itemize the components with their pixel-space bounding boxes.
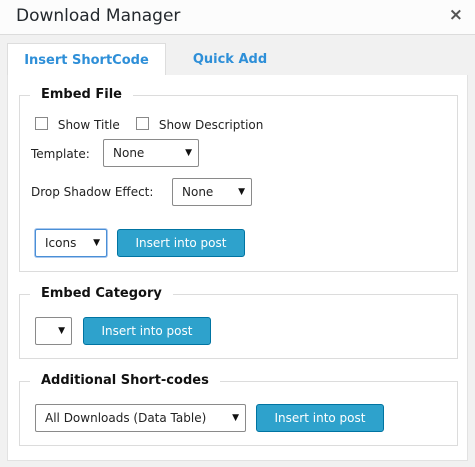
embed-category-section: Embed Category ▼ Insert into post <box>19 286 458 359</box>
chevron-down-icon: ▼ <box>58 326 65 336</box>
tab-bar: Insert ShortCode Quick Add <box>7 43 467 76</box>
category-select[interactable]: ▼ <box>35 317 72 345</box>
additional-shortcodes-legend: Additional Short-codes <box>30 373 220 388</box>
show-description-option[interactable]: Show Description <box>136 117 263 132</box>
additional-insert-button[interactable]: Insert into post <box>256 404 384 432</box>
embed-category-insert-button[interactable]: Insert into post <box>83 317 211 345</box>
shadow-select[interactable]: None ▼ <box>172 178 252 206</box>
embed-category-legend: Embed Category <box>30 286 173 301</box>
embed-file-section: Embed File Show Title Show Description T… <box>19 87 458 272</box>
tab-insert-shortcode[interactable]: Insert ShortCode <box>7 43 166 76</box>
chevron-down-icon: ▼ <box>238 187 245 197</box>
show-description-label: Show Description <box>158 118 264 132</box>
shadow-select-value: None <box>182 185 214 199</box>
show-description-checkbox[interactable] <box>136 117 149 130</box>
show-title-checkbox[interactable] <box>35 117 48 130</box>
embed-file-insert-button[interactable]: Insert into post <box>117 229 245 257</box>
dialog-title: Download Manager <box>16 6 181 26</box>
style-select-value: Icons <box>45 236 77 250</box>
additional-shortcodes-section: Additional Short-codes All Downloads (Da… <box>19 373 458 446</box>
shortcode-select-value: All Downloads (Data Table) <box>45 411 207 425</box>
show-title-label: Show Title <box>57 118 120 132</box>
chevron-down-icon: ▼ <box>232 413 239 423</box>
close-icon[interactable]: × <box>449 5 463 25</box>
show-title-option[interactable]: Show Title <box>35 117 120 132</box>
dialog-titlebar: Download Manager × <box>0 0 475 35</box>
tab-quick-add[interactable]: Quick Add <box>185 43 275 75</box>
template-select-value: None <box>113 146 145 160</box>
embed-file-legend: Embed File <box>30 87 133 102</box>
style-select[interactable]: Icons ▼ <box>35 229 107 257</box>
shadow-label: Drop Shadow Effect: <box>31 185 154 199</box>
template-select[interactable]: None ▼ <box>103 139 199 167</box>
tab-panel: Embed File Show Title Show Description T… <box>7 75 468 461</box>
chevron-down-icon: ▼ <box>93 238 100 248</box>
template-label: Template: <box>31 147 90 161</box>
chevron-down-icon: ▼ <box>185 148 192 158</box>
shortcode-select[interactable]: All Downloads (Data Table) ▼ <box>35 404 246 432</box>
